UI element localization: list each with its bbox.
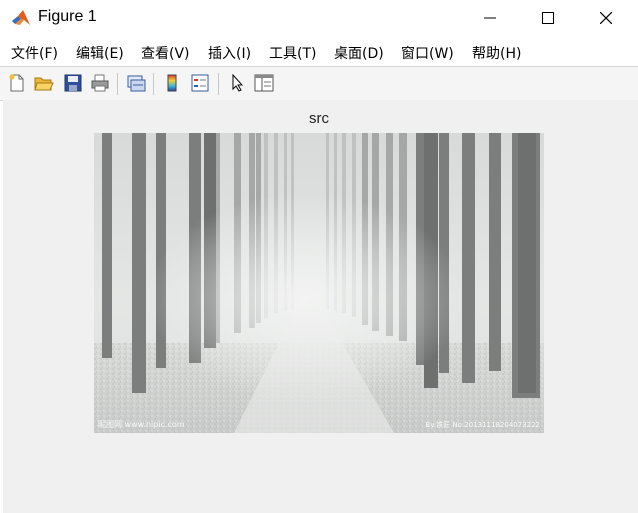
menu-help[interactable]: 帮助(H) [472,43,521,63]
menu-view[interactable]: 查看(V) [141,43,190,63]
menu-insert[interactable]: 插入(I) [208,43,251,63]
toolbar-separator [117,73,118,95]
print-icon [91,74,109,92]
watermark-right: By:铁匠 No:20131118204073222 [425,421,540,429]
close-icon [600,12,612,24]
property-inspector-button[interactable] [253,72,275,94]
edit-plot-icon [232,74,244,92]
matlab-logo-icon [12,10,30,25]
axes-title: src [309,110,329,127]
toolbar-separator [218,73,219,95]
colorbar-button[interactable] [161,72,183,94]
window-title: Figure 1 [38,8,97,25]
legend-icon [191,74,209,92]
save-button[interactable] [62,72,84,94]
image-display[interactable]: 昵图网 www.nipic.com By:铁匠 No:2013111820407… [94,133,544,433]
menu-tools[interactable]: 工具(T) [269,43,316,63]
property-inspector-icon [254,74,274,92]
toolbar-separator [153,73,154,95]
forest-image [94,133,544,433]
open-file-icon [34,77,54,91]
link-plot-icon [127,75,146,92]
open-file-button[interactable] [33,72,55,94]
title-bar[interactable]: Figure 1 [0,0,638,36]
link-plot-button[interactable] [125,72,147,94]
minimize-button[interactable] [467,0,513,36]
colorbar-icon [167,74,177,92]
close-button[interactable] [583,0,629,36]
edit-plot-button[interactable] [227,72,249,94]
menu-desktop[interactable]: 桌面(D) [334,43,384,63]
minimize-icon [484,17,496,19]
new-figure-button[interactable] [6,72,28,94]
figure-toolbar [0,66,638,101]
maximize-button[interactable] [525,0,571,36]
watermark-left: 昵图网 www.nipic.com [98,420,185,429]
menu-bar: 文件(F) 编辑(E) 查看(V) 插入(I) 工具(T) 桌面(D) 窗口(W… [0,36,638,94]
save-icon [64,74,82,92]
menu-window[interactable]: 窗口(W) [401,43,454,63]
legend-button[interactable] [189,72,211,94]
menu-file[interactable]: 文件(F) [11,43,58,63]
print-button[interactable] [89,72,111,94]
figure-window: Figure 1 文件(F) 编辑(E) 查看(V) 插入(I) 工具(T) 桌… [0,0,638,513]
new-figure-icon [9,74,24,92]
menu-edit[interactable]: 编辑(E) [76,43,124,63]
maximize-icon [542,12,554,24]
